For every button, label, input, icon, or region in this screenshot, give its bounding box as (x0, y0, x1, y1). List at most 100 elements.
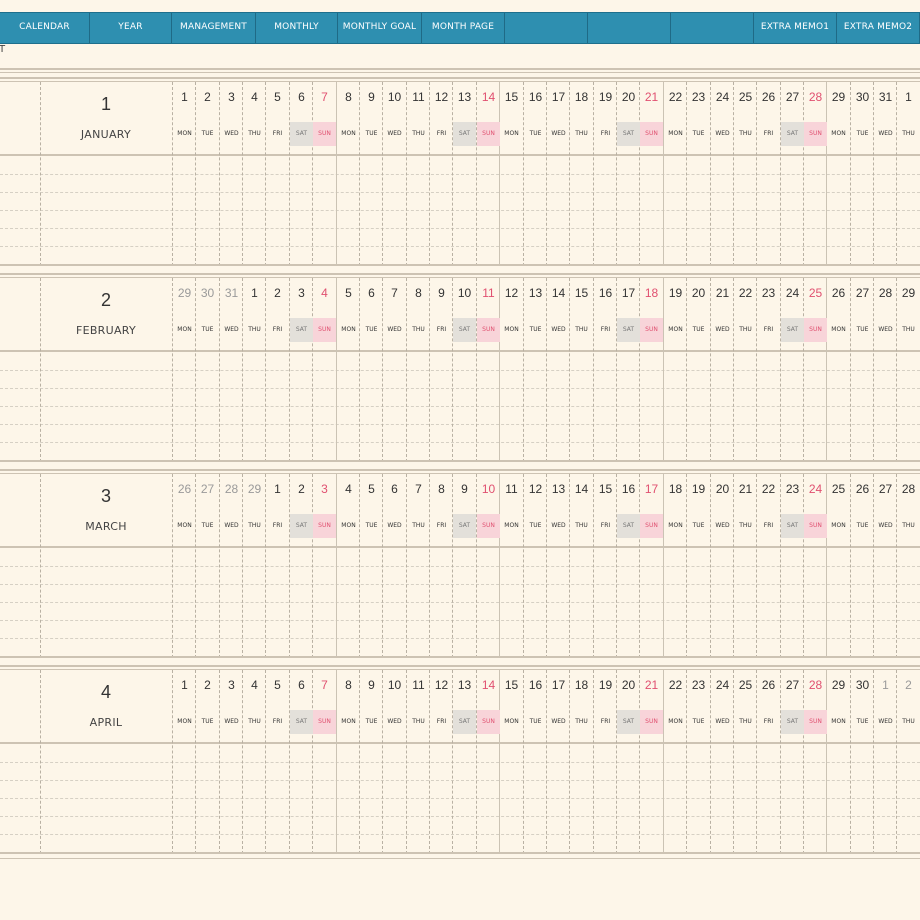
day-number[interactable]: 30 (851, 678, 874, 692)
day-number[interactable]: 22 (734, 286, 757, 300)
day-number[interactable]: 12 (524, 482, 547, 496)
day-number[interactable]: 26 (173, 482, 196, 496)
day-number[interactable]: 25 (827, 482, 850, 496)
day-number[interactable]: 10 (383, 90, 406, 104)
day-number[interactable]: 26 (757, 90, 780, 104)
nav-tab-extra-memo1[interactable]: EXTRA MEMO1 (754, 13, 837, 43)
day-number[interactable]: 11 (500, 482, 523, 496)
day-number[interactable]: 19 (687, 482, 710, 496)
day-number[interactable]: 1 (897, 90, 920, 104)
day-number[interactable]: 14 (477, 90, 500, 104)
day-number[interactable]: 3 (220, 90, 243, 104)
day-number[interactable]: 27 (781, 90, 804, 104)
day-number[interactable]: 30 (196, 286, 219, 300)
day-number[interactable]: 20 (617, 90, 640, 104)
day-number[interactable]: 2 (196, 678, 219, 692)
day-number[interactable]: 16 (617, 482, 640, 496)
day-number[interactable]: 16 (524, 678, 547, 692)
day-number[interactable]: 4 (243, 678, 266, 692)
day-number[interactable]: 3 (313, 482, 336, 496)
day-number[interactable]: 28 (897, 482, 920, 496)
day-number[interactable]: 18 (570, 678, 593, 692)
day-number[interactable]: 11 (477, 286, 500, 300)
day-number[interactable]: 28 (220, 482, 243, 496)
day-number[interactable]: 15 (570, 286, 593, 300)
day-number[interactable]: 24 (711, 90, 734, 104)
day-number[interactable]: 24 (781, 286, 804, 300)
day-number[interactable]: 2 (266, 286, 289, 300)
day-number[interactable]: 14 (477, 678, 500, 692)
nav-tab-empty-7[interactable] (588, 13, 671, 43)
day-number[interactable]: 13 (453, 678, 476, 692)
day-number[interactable]: 4 (337, 482, 360, 496)
day-number[interactable]: 26 (851, 482, 874, 496)
day-number[interactable]: 11 (407, 90, 430, 104)
day-number[interactable]: 13 (547, 482, 570, 496)
day-number[interactable]: 1 (243, 286, 266, 300)
day-number[interactable]: 18 (664, 482, 687, 496)
day-number[interactable]: 7 (313, 90, 336, 104)
day-number[interactable]: 8 (337, 678, 360, 692)
day-number[interactable]: 27 (874, 482, 897, 496)
day-number[interactable]: 23 (687, 678, 710, 692)
day-number[interactable]: 17 (617, 286, 640, 300)
day-number[interactable]: 28 (874, 286, 897, 300)
day-number[interactable]: 19 (594, 678, 617, 692)
day-number[interactable]: 17 (640, 482, 663, 496)
nav-tab-monthly-goal[interactable]: MONTHLY GOAL (338, 13, 422, 43)
day-number[interactable]: 25 (734, 90, 757, 104)
day-number[interactable]: 27 (196, 482, 219, 496)
day-number[interactable]: 22 (757, 482, 780, 496)
day-number[interactable]: 21 (711, 286, 734, 300)
day-number[interactable]: 7 (383, 286, 406, 300)
day-number[interactable]: 21 (640, 678, 663, 692)
day-number[interactable]: 24 (711, 678, 734, 692)
day-number[interactable]: 29 (897, 286, 920, 300)
day-number[interactable]: 18 (640, 286, 663, 300)
day-number[interactable]: 8 (337, 90, 360, 104)
day-number[interactable]: 20 (617, 678, 640, 692)
nav-tab-extra-memo2[interactable]: EXTRA MEMO2 (837, 13, 920, 43)
day-number[interactable]: 18 (570, 90, 593, 104)
day-number[interactable]: 7 (407, 482, 430, 496)
day-number[interactable]: 13 (453, 90, 476, 104)
nav-tab-calendar[interactable]: CALENDAR (0, 13, 90, 43)
nav-tab-management[interactable]: MANAGEMENT (172, 13, 256, 43)
day-number[interactable]: 25 (734, 678, 757, 692)
day-number[interactable]: 28 (804, 678, 827, 692)
nav-tab-empty-6[interactable] (505, 13, 588, 43)
day-number[interactable]: 3 (290, 286, 313, 300)
day-number[interactable]: 22 (664, 678, 687, 692)
day-number[interactable]: 10 (453, 286, 476, 300)
day-number[interactable]: 28 (804, 90, 827, 104)
day-number[interactable]: 21 (734, 482, 757, 496)
day-number[interactable]: 9 (360, 90, 383, 104)
day-number[interactable]: 22 (664, 90, 687, 104)
day-number[interactable]: 5 (266, 90, 289, 104)
day-number[interactable]: 15 (500, 678, 523, 692)
day-number[interactable]: 10 (383, 678, 406, 692)
day-number[interactable]: 8 (430, 482, 453, 496)
day-number[interactable]: 17 (547, 90, 570, 104)
day-number[interactable]: 3 (220, 678, 243, 692)
nav-tab-month-page[interactable]: MONTH PAGE (422, 13, 505, 43)
day-number[interactable]: 15 (594, 482, 617, 496)
day-number[interactable]: 21 (640, 90, 663, 104)
day-number[interactable]: 24 (804, 482, 827, 496)
day-number[interactable]: 31 (220, 286, 243, 300)
day-number[interactable]: 10 (477, 482, 500, 496)
day-number[interactable]: 20 (687, 286, 710, 300)
day-number[interactable]: 29 (173, 286, 196, 300)
day-number[interactable]: 23 (781, 482, 804, 496)
day-number[interactable]: 31 (874, 90, 897, 104)
day-number[interactable]: 5 (266, 678, 289, 692)
day-number[interactable]: 2 (897, 678, 920, 692)
day-number[interactable]: 4 (243, 90, 266, 104)
day-number[interactable]: 12 (430, 678, 453, 692)
day-number[interactable]: 2 (290, 482, 313, 496)
day-number[interactable]: 6 (290, 90, 313, 104)
day-number[interactable]: 6 (360, 286, 383, 300)
day-number[interactable]: 30 (851, 90, 874, 104)
day-number[interactable]: 16 (524, 90, 547, 104)
day-number[interactable]: 29 (827, 90, 850, 104)
